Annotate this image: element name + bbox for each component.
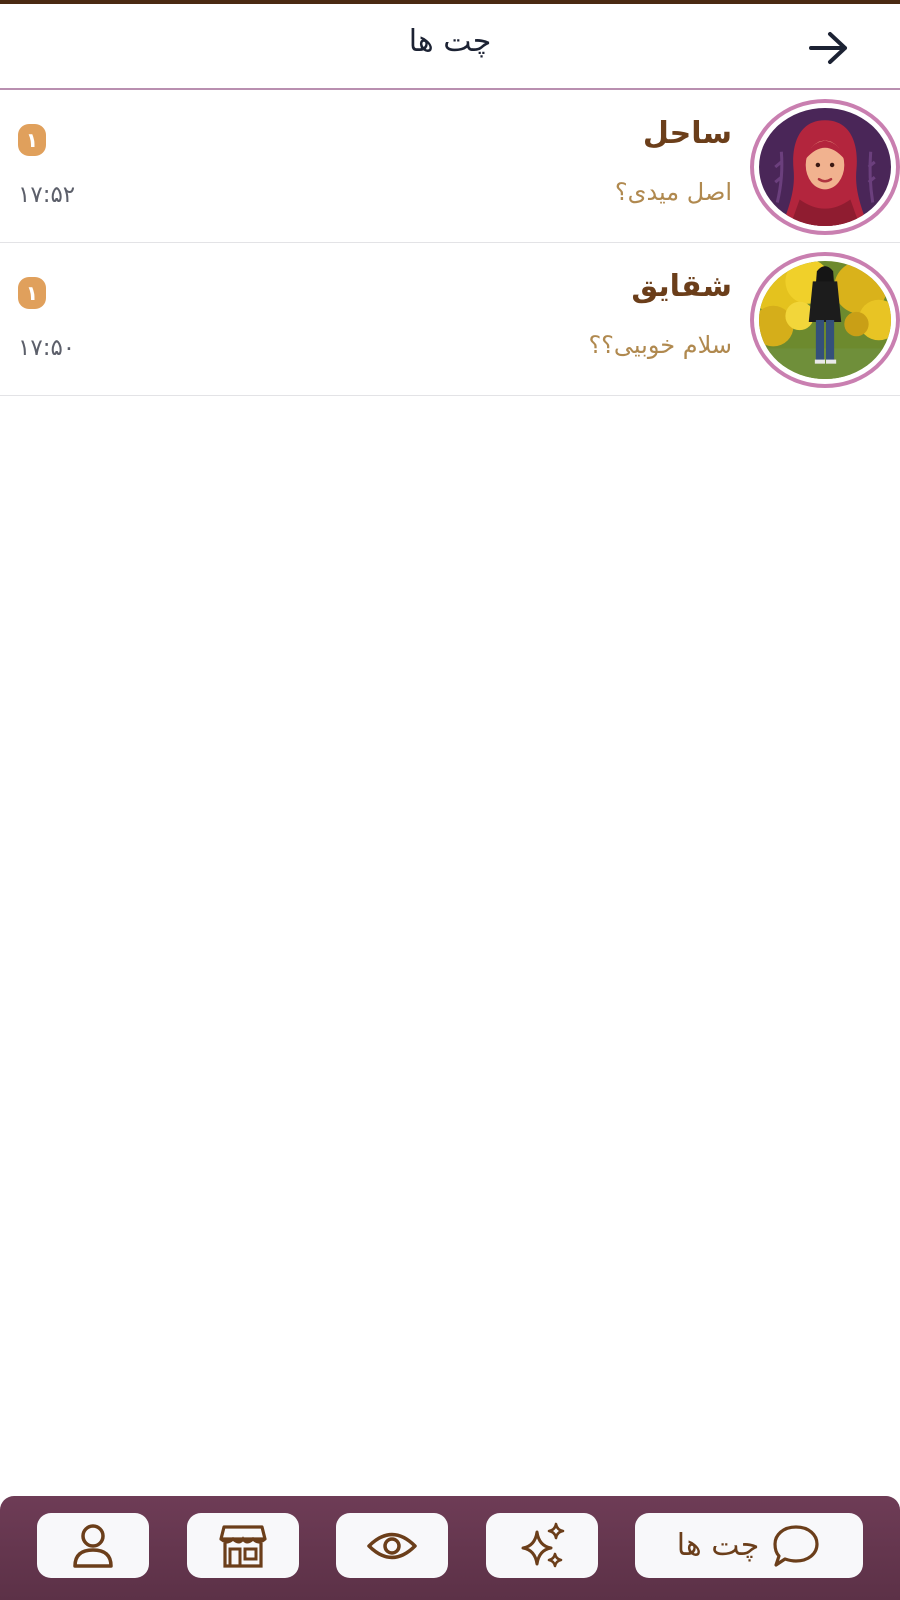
avatar xyxy=(750,99,900,235)
chat-last-message: اصل میدی؟ xyxy=(614,178,732,206)
app-header: چت ها xyxy=(0,4,900,90)
chat-contact-name: شقایق xyxy=(631,269,732,304)
chat-list: ساحل اصل میدی؟ ۱ ۱۷:۵۲ شقایق سلام خوبیی؟… xyxy=(0,90,900,396)
unread-badge: ۱ xyxy=(18,124,46,156)
avatar-illustration-icon xyxy=(759,108,891,226)
back-button[interactable] xyxy=(805,26,853,70)
nav-chats-label: چت ها xyxy=(676,1528,760,1563)
nav-chats-button[interactable]: چت ها xyxy=(635,1513,863,1578)
chat-list-item[interactable]: ساحل اصل میدی؟ ۱ ۱۷:۵۲ xyxy=(0,90,900,243)
nav-profile-button[interactable] xyxy=(37,1513,149,1578)
chat-timestamp: ۱۷:۵۰ xyxy=(18,335,76,361)
avatar xyxy=(750,252,900,388)
page-title: چت ها xyxy=(408,24,492,59)
avatar-photo-icon xyxy=(759,261,891,379)
user-icon xyxy=(73,1523,113,1568)
store-icon xyxy=(219,1524,267,1568)
arrow-right-icon xyxy=(809,32,847,64)
chat-bubble-icon xyxy=(773,1524,819,1567)
bottom-nav: چت ها xyxy=(0,1496,900,1600)
nav-explore-button[interactable] xyxy=(486,1513,598,1578)
unread-badge: ۱ xyxy=(18,277,46,309)
chat-list-item[interactable]: شقایق سلام خوبیی؟؟ ۱ ۱۷:۵۰ xyxy=(0,243,900,396)
chat-timestamp: ۱۷:۵۲ xyxy=(18,182,76,208)
sparkles-icon xyxy=(521,1522,565,1567)
nav-view-button[interactable] xyxy=(336,1513,448,1578)
eye-icon xyxy=(367,1532,417,1559)
nav-store-button[interactable] xyxy=(187,1513,299,1578)
chat-contact-name: ساحل xyxy=(642,116,732,151)
chat-last-message: سلام خوبیی؟؟ xyxy=(588,331,732,359)
